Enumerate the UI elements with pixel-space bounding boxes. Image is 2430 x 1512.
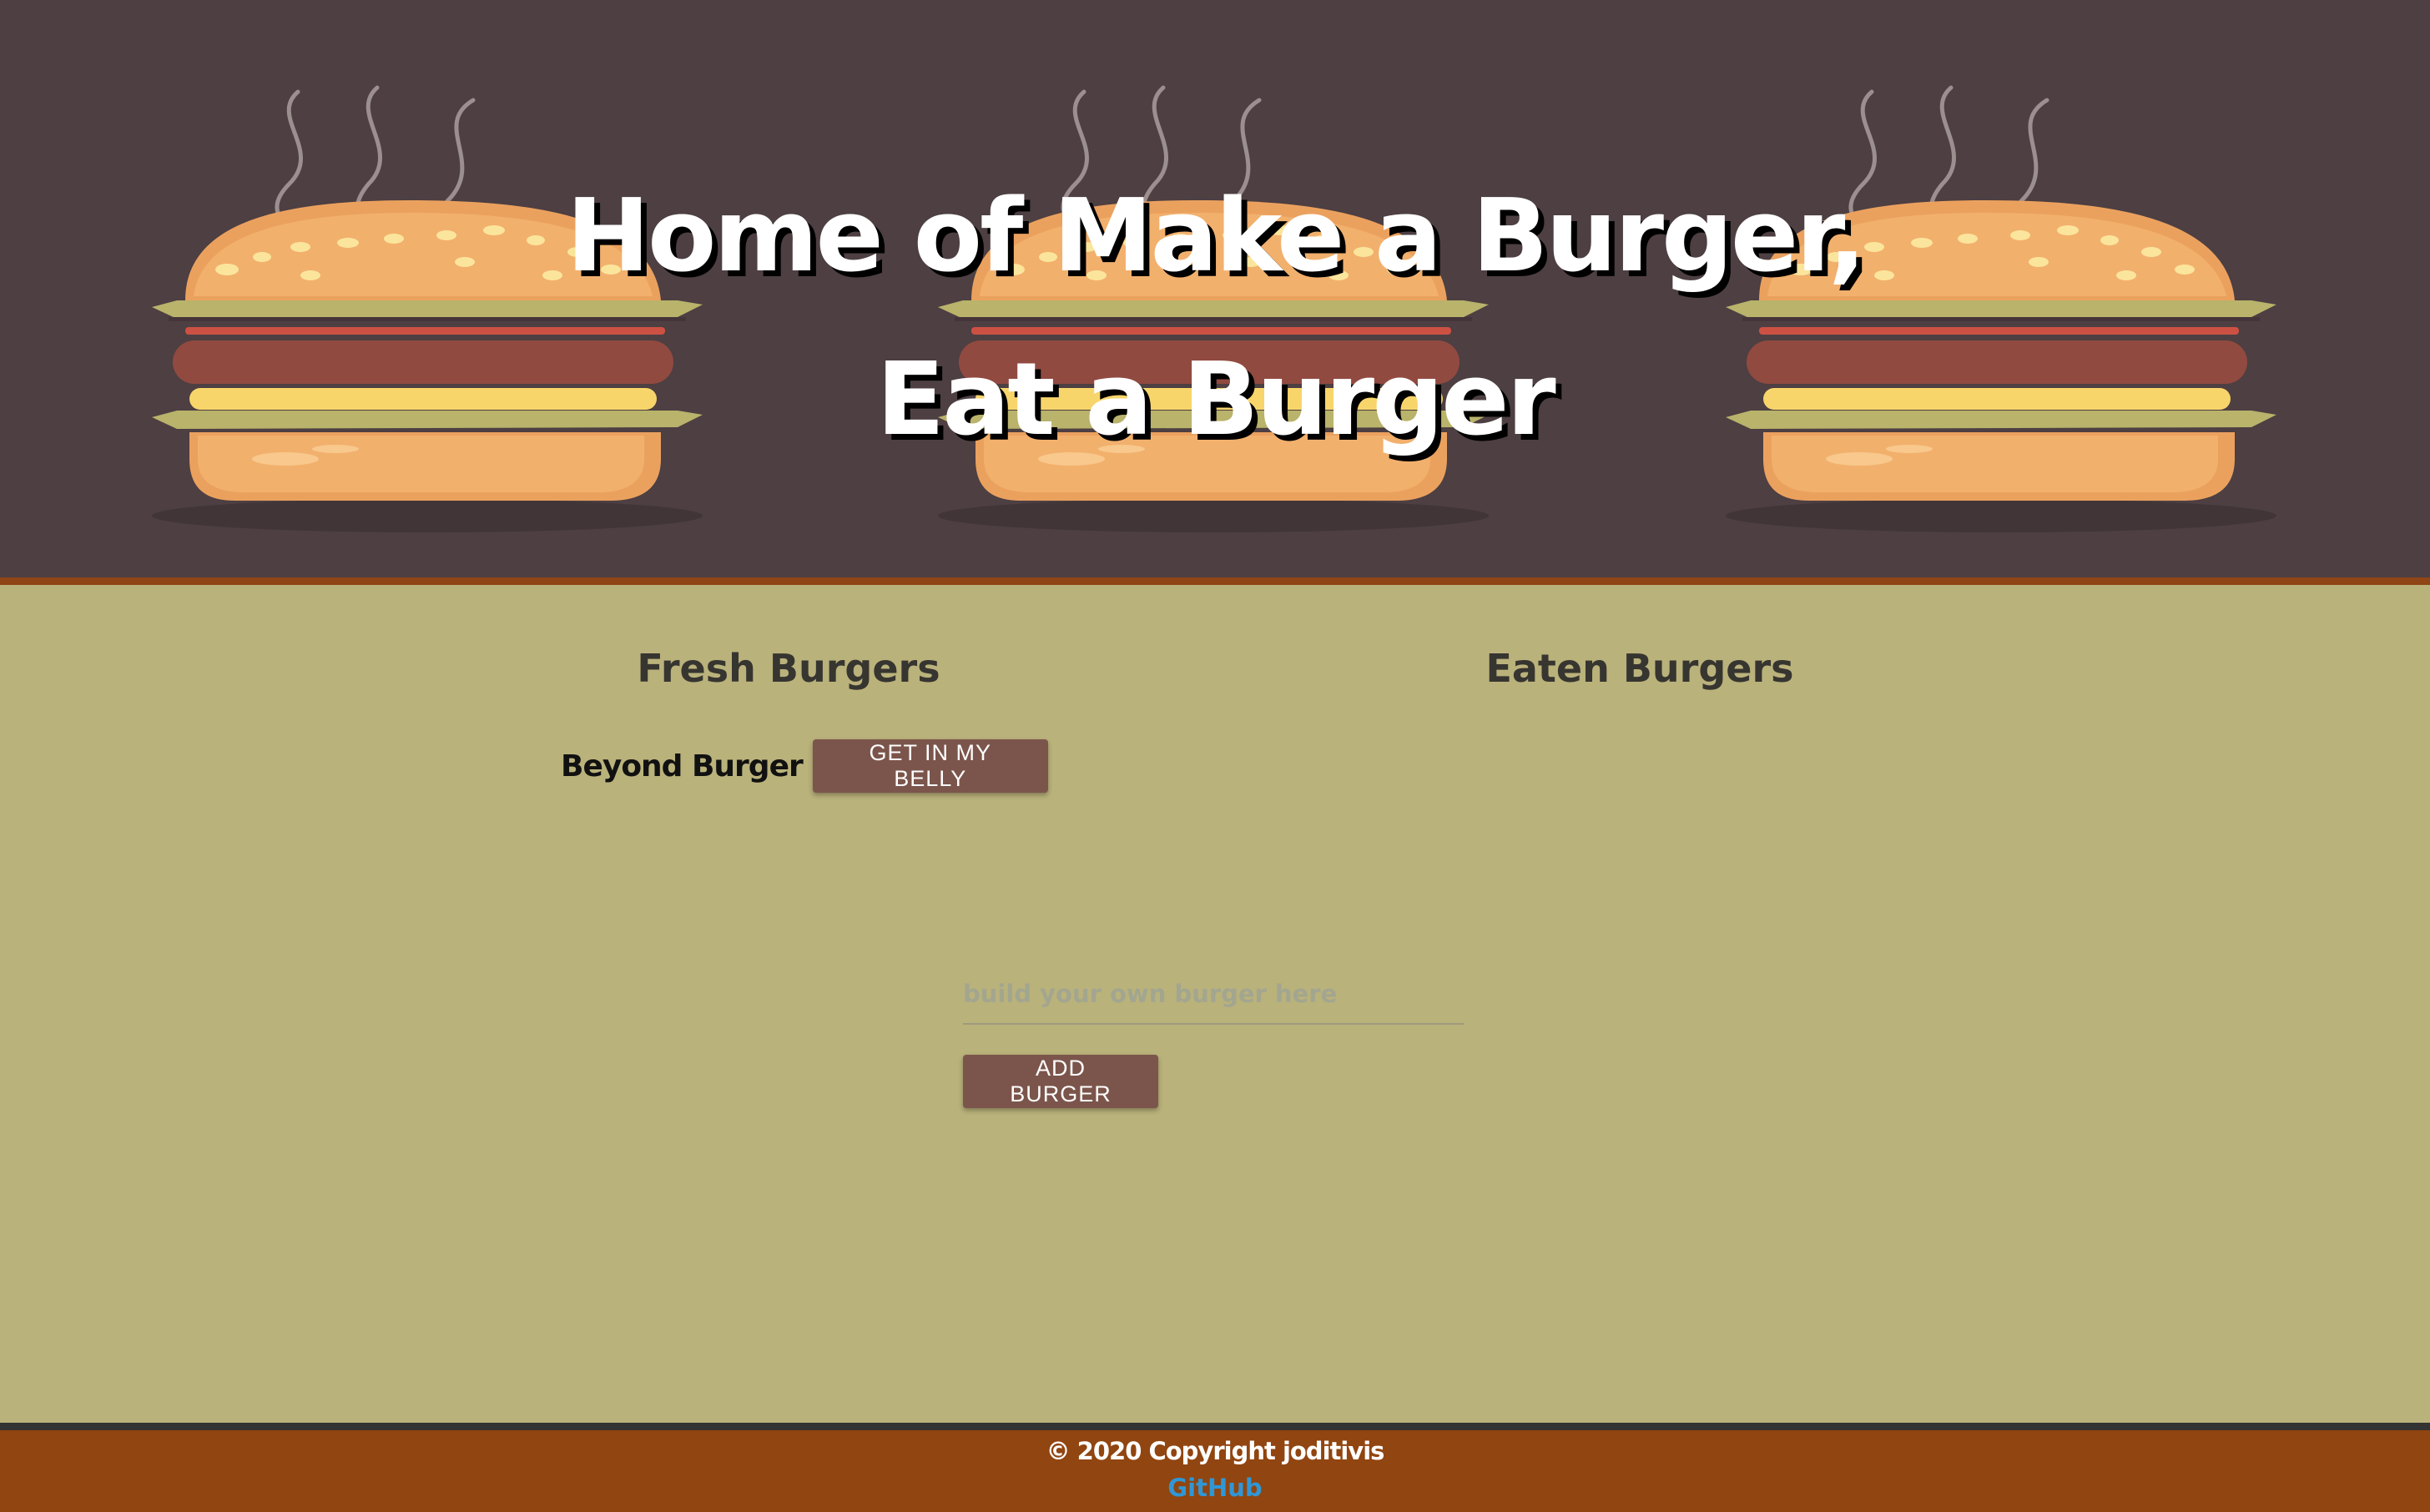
header-divider (0, 577, 2430, 585)
page-title-line-1: Home of Make a Burger, (566, 179, 1867, 295)
hero-header: Home of Make a Burger, Eat a Burger (0, 0, 2430, 577)
devour-button[interactable]: GET IN MY BELLY (812, 739, 1048, 793)
eaten-burgers-heading: Eaten Burgers (1485, 646, 1794, 691)
github-link[interactable]: GitHub (0, 1474, 2430, 1502)
footer: © 2020 Copyright joditivis GitHub (0, 1430, 2430, 1512)
burger-name: Beyond Burger (561, 748, 804, 784)
burger-name-input[interactable] (963, 965, 1464, 1025)
page-title: Home of Make a Burger, Eat a Burger (0, 155, 2430, 482)
fresh-burger-item: Beyond Burger GET IN MY BELLY (561, 739, 1048, 793)
footer-divider (0, 1423, 2430, 1430)
add-burger-button[interactable]: ADD BURGER (963, 1055, 1158, 1108)
fresh-burgers-heading: Fresh Burgers (637, 646, 940, 691)
add-burger-form: ADD BURGER (963, 965, 1464, 1108)
page-title-line-2: Eat a Burger (876, 342, 1555, 458)
copyright-text: © 2020 Copyright joditivis (1046, 1437, 1385, 1465)
main-content: Fresh Burgers Eaten Burgers Beyond Burge… (0, 585, 2430, 1423)
